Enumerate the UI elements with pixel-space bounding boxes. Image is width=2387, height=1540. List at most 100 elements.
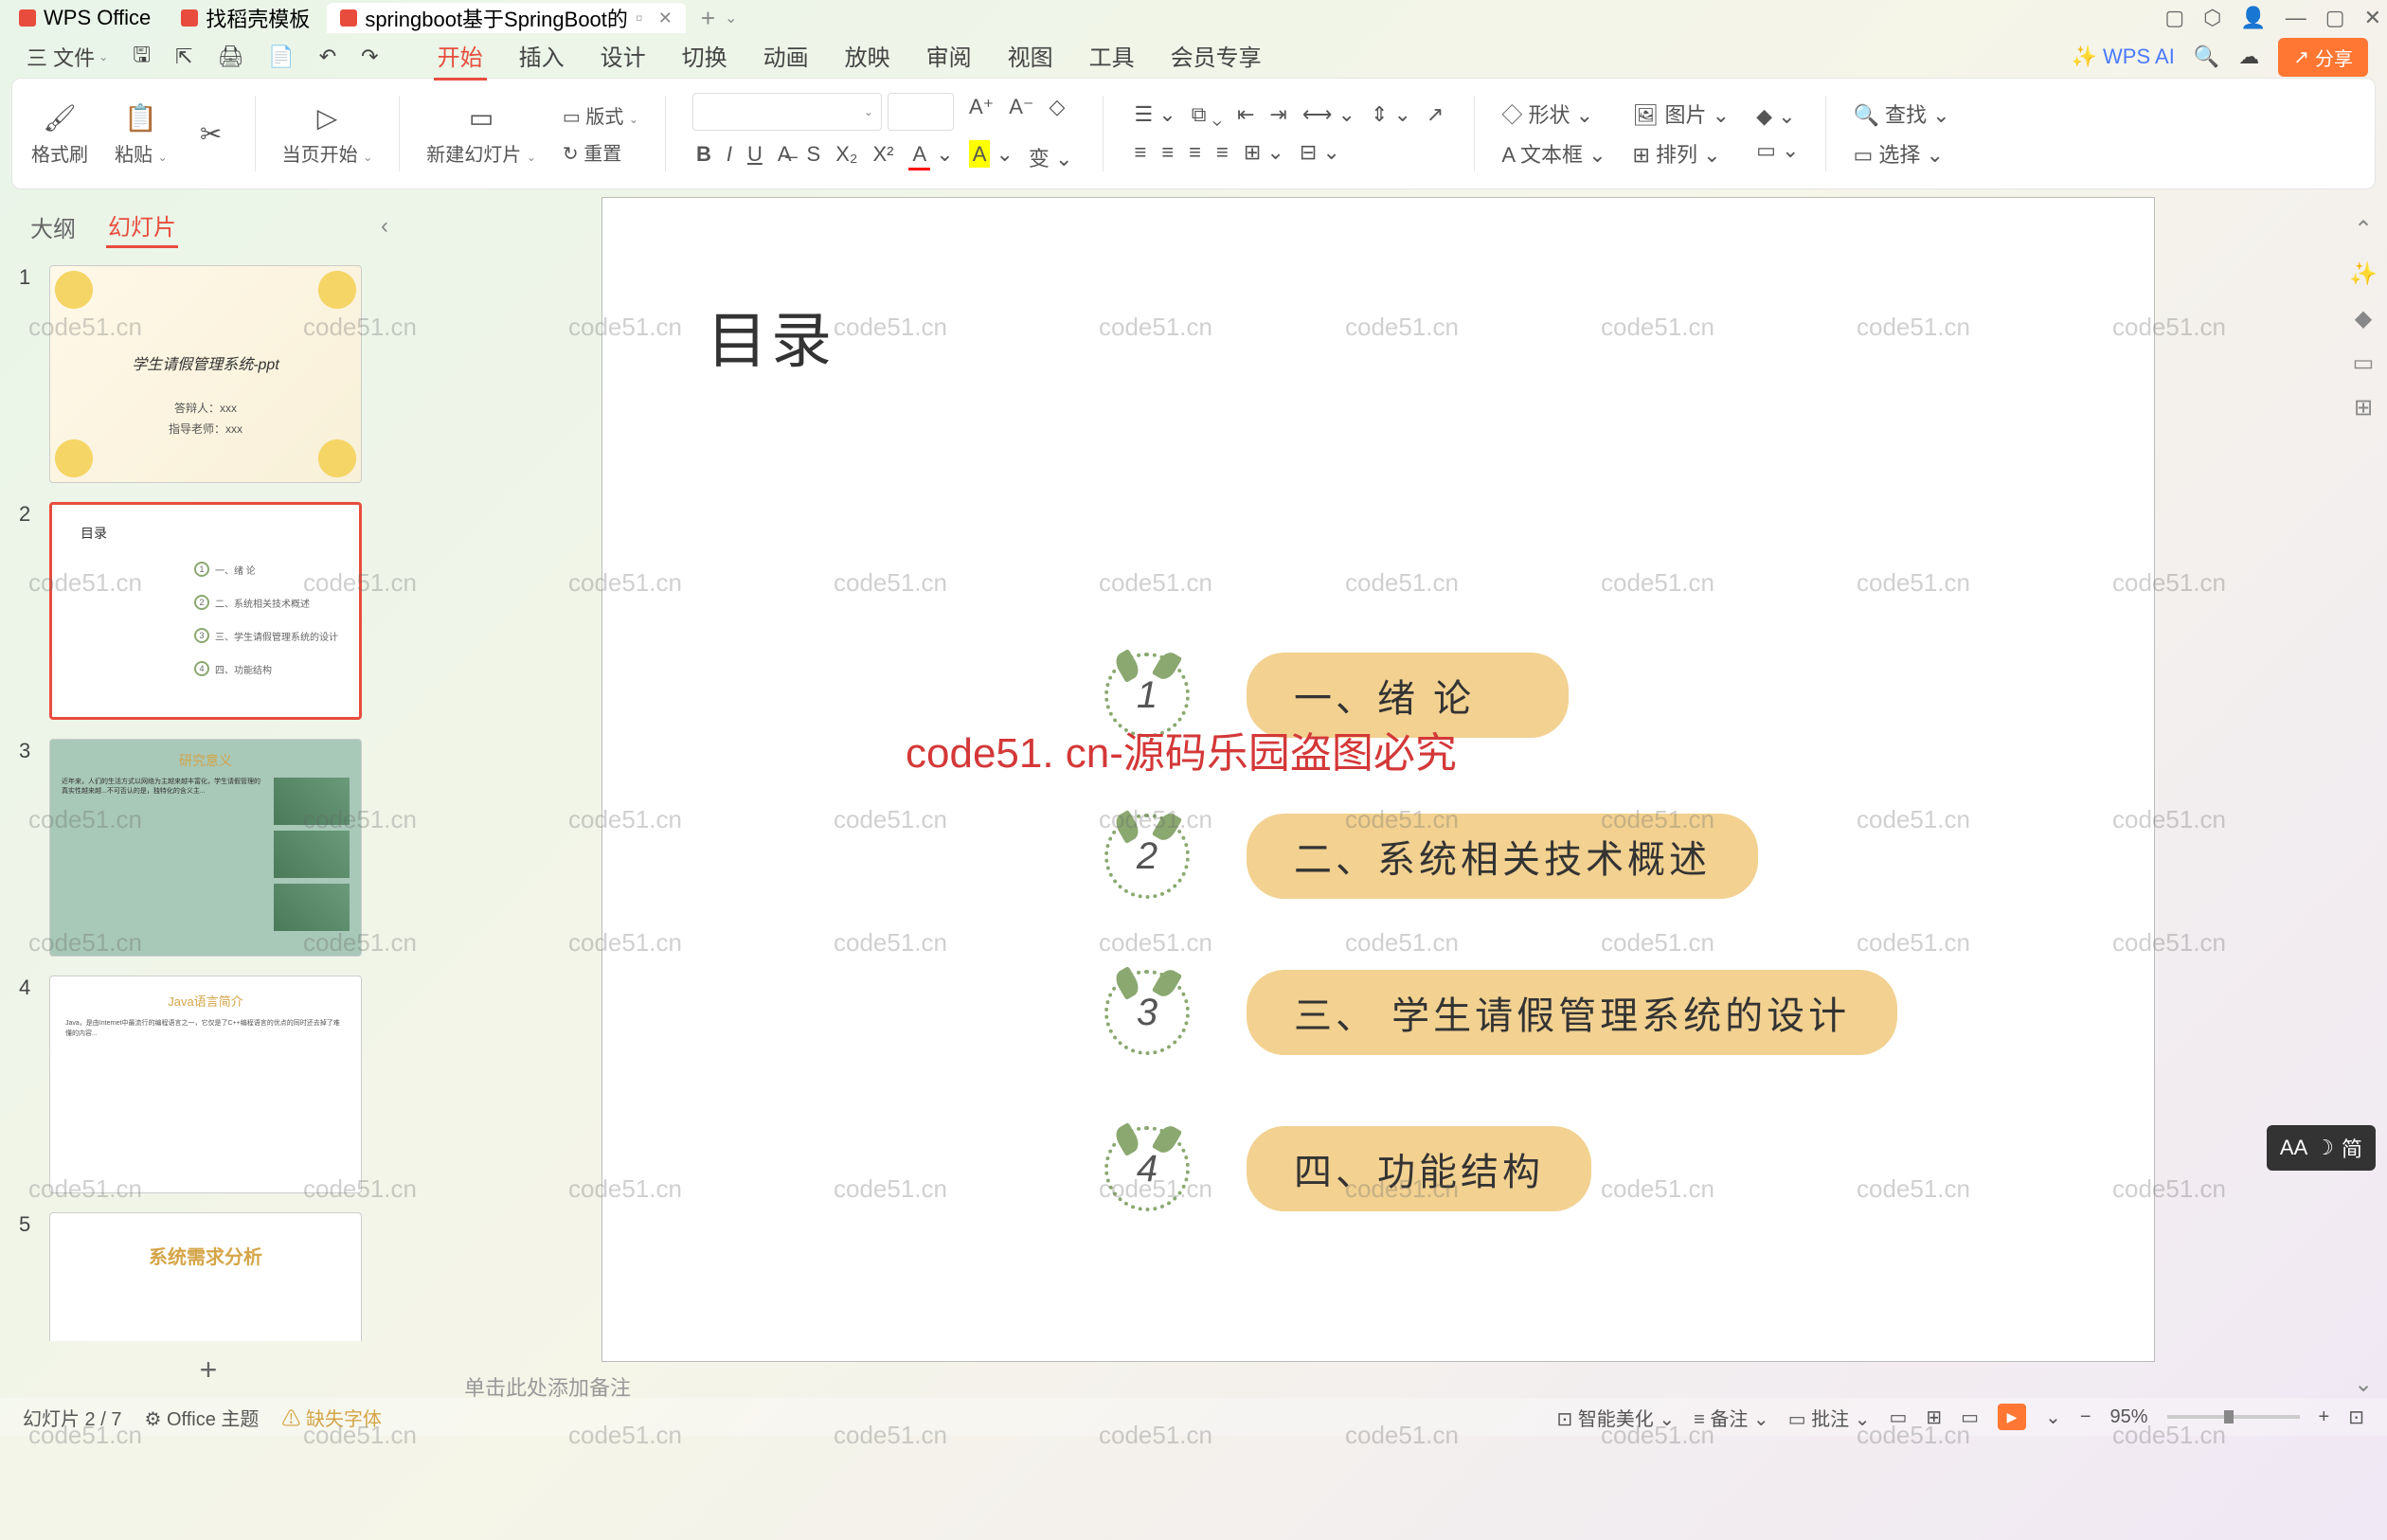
tab-animation[interactable]: 动画 bbox=[760, 33, 813, 81]
grow-font-button[interactable]: A⁺ bbox=[965, 93, 997, 131]
italic-button[interactable]: I bbox=[723, 140, 736, 174]
tab-docer[interactable]: 找稻壳模板 bbox=[168, 3, 323, 33]
new-tab-button[interactable]: + bbox=[701, 4, 715, 33]
toc-item-2[interactable]: 2 二、系统相关技术概述 bbox=[1104, 814, 1758, 899]
align-justify-button[interactable]: ≡ bbox=[1212, 138, 1232, 167]
thumbnail-list[interactable]: 1 学生请假管理系统-ppt 答辩人：xxx指导老师：xxx 2 目录 1一、绪… bbox=[0, 256, 417, 1341]
rail-up-icon[interactable]: ⌃ bbox=[2354, 216, 2373, 243]
font-family-select[interactable]: ⌄ bbox=[692, 93, 882, 131]
pinyin-button[interactable]: 变 ⌄ bbox=[1025, 140, 1077, 174]
text-direction-button[interactable]: ⟷ ⌄ bbox=[1299, 100, 1359, 129]
theme-indicator[interactable]: ⚙ Office 主题 bbox=[144, 1404, 259, 1431]
close-button[interactable]: ✕ bbox=[2364, 6, 2381, 30]
thumb-row[interactable]: 4 Java语言简介 Java，是由Internet中最流行的编程语言之一，它仅… bbox=[19, 976, 398, 1193]
beautify-button[interactable]: ⊡ 智能美化 ⌄ bbox=[1556, 1404, 1675, 1431]
image-button[interactable]: 🖼 图片 ⌄ bbox=[1633, 98, 1731, 129]
print-icon[interactable]: 🖨 bbox=[209, 41, 251, 73]
thumbnail-5[interactable]: 系统需求分析 bbox=[49, 1212, 362, 1341]
slide-counter[interactable]: 幻灯片 2 / 7 bbox=[23, 1404, 121, 1431]
zoom-out-button[interactable]: − bbox=[2080, 1406, 2091, 1428]
rail-ai-icon[interactable]: ✨ bbox=[2349, 260, 2378, 288]
slideshow-dropdown[interactable]: ⌄ bbox=[2045, 1406, 2061, 1429]
font-size-select[interactable] bbox=[888, 93, 954, 131]
zoom-slider[interactable] bbox=[2167, 1415, 2300, 1419]
new-slide-button[interactable]: ▭ 新建幻灯片 ⌄ bbox=[426, 101, 536, 167]
redo-icon[interactable]: ↷ bbox=[353, 41, 386, 73]
zoom-in-button[interactable]: + bbox=[2319, 1406, 2330, 1428]
subscript-button[interactable]: X₂ bbox=[832, 140, 861, 174]
superscript-button[interactable]: X² bbox=[869, 140, 897, 174]
tab-view[interactable]: 视图 bbox=[1004, 33, 1057, 81]
share-button[interactable]: ↗ 分享 bbox=[2278, 38, 2368, 77]
missing-font-warning[interactable]: ⚠ 缺失字体 bbox=[281, 1404, 382, 1431]
fill-button[interactable]: ◆ ⌄ bbox=[1756, 104, 1799, 129]
slide-title[interactable]: 目录 bbox=[707, 293, 835, 380]
tab-insert[interactable]: 插入 bbox=[515, 33, 568, 81]
arrange-button[interactable]: ⊞ 排列 ⌄ bbox=[1633, 138, 1731, 169]
export-icon[interactable]: ⇱ bbox=[168, 41, 200, 73]
align-left-button[interactable]: ≡ bbox=[1130, 138, 1150, 167]
view-reading-icon[interactable]: ▭ bbox=[1961, 1406, 1979, 1429]
align-right-button[interactable]: ≡ bbox=[1185, 138, 1205, 167]
avatar-icon[interactable]: 👤 bbox=[2240, 6, 2266, 30]
numbering-button[interactable]: ⧉ ⌄ bbox=[1188, 100, 1226, 129]
cube-icon[interactable]: ⬡ bbox=[2203, 6, 2221, 30]
align-center-button[interactable]: ≡ bbox=[1158, 138, 1177, 167]
slide-canvas[interactable]: 目录 1 一、绪 论 2 二、系统相关技术概述 3 三、 学生请假管理系统的设计… bbox=[601, 197, 2155, 1362]
wps-ai-button[interactable]: ✨ WPS AI bbox=[2072, 45, 2175, 69]
tab-close-icon[interactable]: ✕ bbox=[658, 9, 673, 28]
rail-more-icon[interactable]: ⊞ bbox=[2354, 394, 2373, 421]
fit-button[interactable]: ⊡ bbox=[2348, 1406, 2364, 1429]
thumb-row[interactable]: 2 目录 1一、绪 论 2二、系统相关技术概述 3三、学生请假管理系统的设计 4… bbox=[19, 502, 398, 720]
thumb-row[interactable]: 3 研究意义 近年来，人们的生活方式以网络为主越来越丰富化，学生请假管理的真实性… bbox=[19, 739, 398, 957]
clear-format-button[interactable]: ◇ bbox=[1046, 93, 1069, 131]
collapse-panel-icon[interactable]: ‹ bbox=[381, 213, 388, 240]
more-para-button[interactable]: ↗ bbox=[1423, 100, 1447, 129]
select-button[interactable]: ▭ 选择 ⌄ bbox=[1853, 138, 1949, 169]
slides-tab[interactable]: 幻灯片 bbox=[106, 205, 178, 248]
find-button[interactable]: 🔍 查找 ⌄ bbox=[1853, 98, 1949, 129]
thumbnail-4[interactable]: Java语言简介 Java，是由Internet中最流行的编程语言之一，它仅是了… bbox=[49, 976, 362, 1193]
shape-button[interactable]: ◇ 形状 ⌄ bbox=[1501, 98, 1606, 129]
font-color-button[interactable]: A ⌄ bbox=[905, 140, 957, 174]
cloud-icon[interactable]: ☁ bbox=[2238, 45, 2259, 69]
bullets-button[interactable]: ☰ ⌄ bbox=[1130, 100, 1179, 129]
zoom-level[interactable]: 95% bbox=[2110, 1406, 2148, 1428]
rail-style-icon[interactable]: ◆ bbox=[2355, 305, 2372, 332]
textbox-button[interactable]: A 文本框 ⌄ bbox=[1501, 138, 1606, 169]
from-current-button[interactable]: ▷ 当页开始 ⌄ bbox=[282, 101, 373, 167]
slideshow-button[interactable]: ▶ bbox=[1998, 1404, 2026, 1430]
save-icon[interactable]: 🖫 bbox=[125, 35, 158, 79]
highlight-button[interactable]: A ⌄ bbox=[965, 140, 1017, 174]
tab-menu-icon[interactable]: ▫ bbox=[636, 6, 643, 30]
view-normal-icon[interactable]: ▭ bbox=[1889, 1406, 1907, 1429]
distribute-button[interactable]: ⊞ ⌄ bbox=[1240, 138, 1288, 167]
app-switcher-icon[interactable]: ▢ bbox=[2164, 6, 2184, 30]
print-preview-icon[interactable]: 📄 bbox=[260, 41, 301, 73]
toc-item-3[interactable]: 3 三、 学生请假管理系统的设计 bbox=[1104, 970, 1897, 1055]
tab-wps-home[interactable]: WPS Office bbox=[6, 3, 164, 33]
strikethrough-button[interactable]: A̶ bbox=[774, 140, 796, 174]
rail-down-icon[interactable]: ⌄ bbox=[2354, 1370, 2373, 1398]
line-spacing-button[interactable]: ⇕ ⌄ bbox=[1367, 100, 1415, 129]
columns-button[interactable]: ⊟ ⌄ bbox=[1296, 138, 1344, 167]
thumbnail-3[interactable]: 研究意义 近年来，人们的生活方式以网络为主越来越丰富化，学生请假管理的真实性越来… bbox=[49, 739, 362, 957]
bold-button[interactable]: B bbox=[692, 140, 715, 174]
maximize-button[interactable]: ▢ bbox=[2325, 6, 2345, 30]
outline-tab[interactable]: 大纲 bbox=[28, 206, 78, 247]
tab-tools[interactable]: 工具 bbox=[1086, 33, 1139, 81]
undo-icon[interactable]: ↶ bbox=[312, 41, 344, 73]
review-toggle[interactable]: ▭ 批注 ⌄ bbox=[1788, 1404, 1871, 1431]
thumb-row[interactable]: 1 学生请假管理系统-ppt 答辩人：xxx指导老师：xxx bbox=[19, 265, 398, 483]
strike-button[interactable]: S bbox=[803, 140, 825, 174]
tab-member[interactable]: 会员专享 bbox=[1167, 33, 1265, 81]
layout-button[interactable]: ▭ 版式 ⌄ bbox=[563, 101, 638, 129]
file-menu[interactable]: 三 文件⌄ bbox=[19, 38, 116, 76]
cut-button[interactable]: ✂ bbox=[194, 116, 228, 151]
decrease-indent-button[interactable]: ⇤ bbox=[1233, 100, 1258, 129]
format-painter-button[interactable]: 🖌 格式刷 bbox=[31, 101, 88, 167]
thumbnail-1[interactable]: 学生请假管理系统-ppt 答辩人：xxx指导老师：xxx bbox=[49, 265, 362, 483]
minimize-button[interactable]: — bbox=[2286, 6, 2306, 30]
add-slide-button[interactable]: + bbox=[0, 1341, 417, 1398]
tab-transition[interactable]: 切换 bbox=[678, 33, 731, 81]
